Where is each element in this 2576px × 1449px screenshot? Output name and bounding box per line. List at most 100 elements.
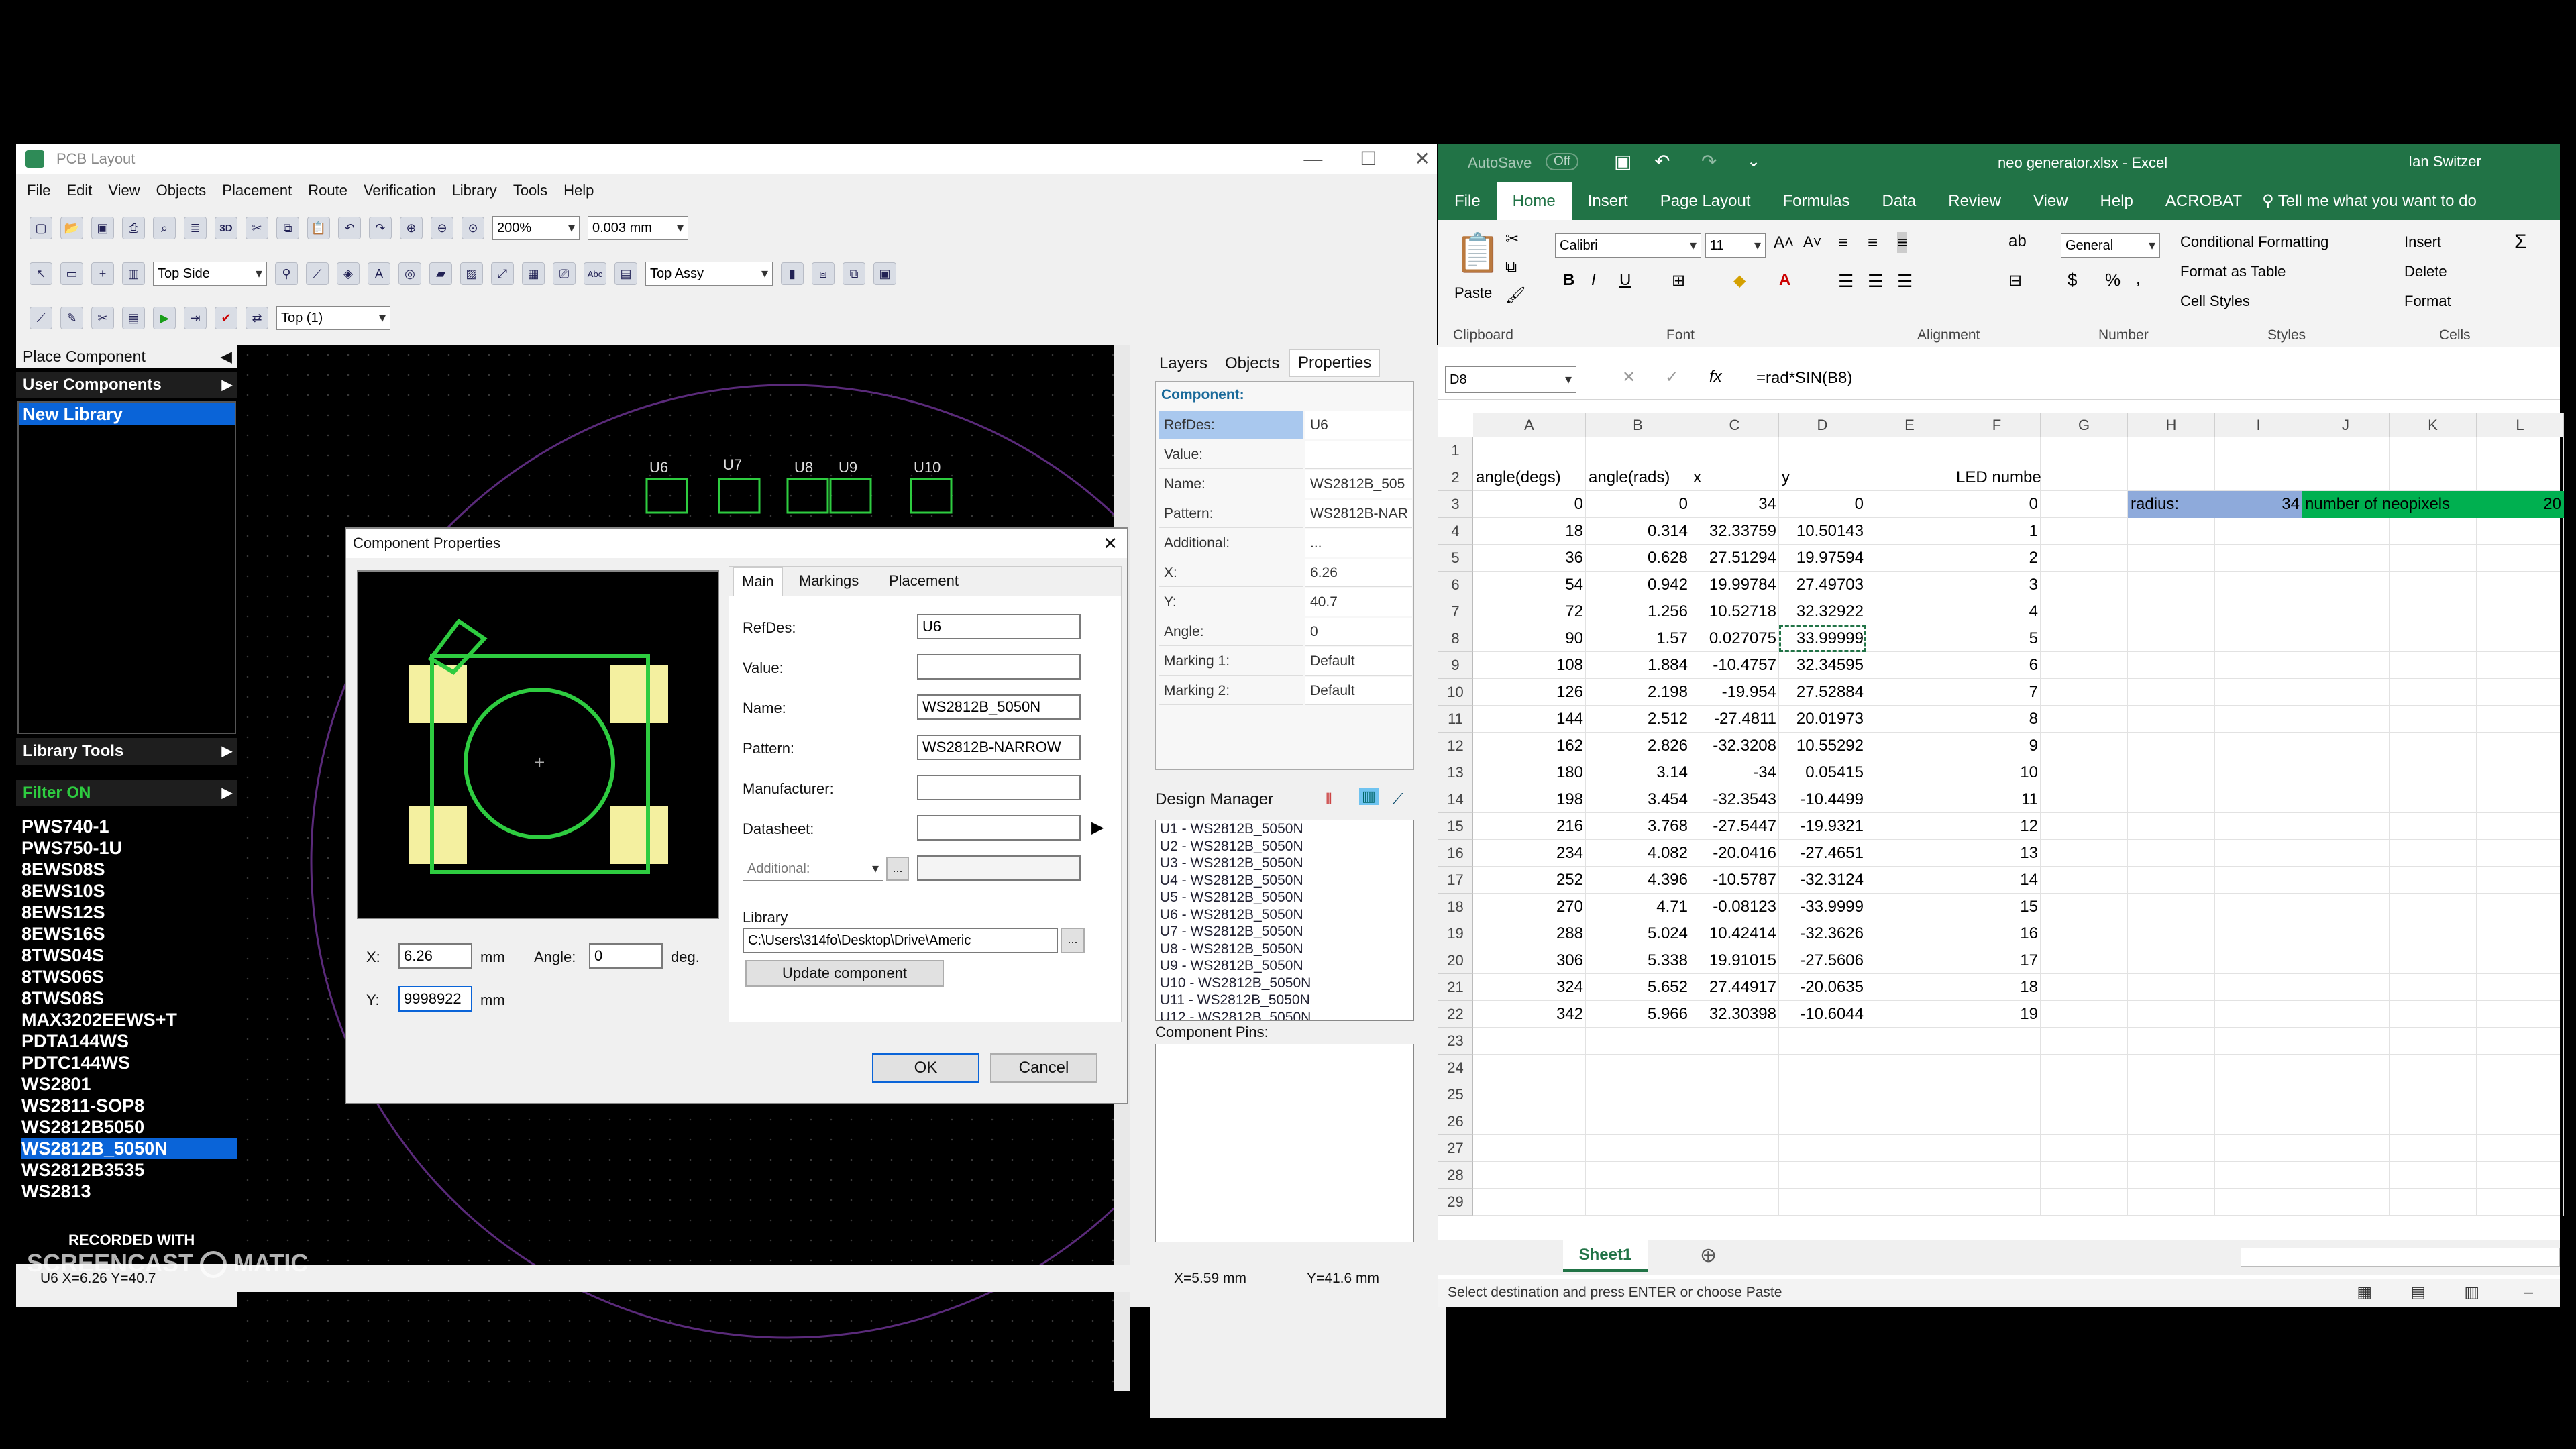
row-header[interactable]: 9 (1438, 652, 1473, 679)
cell[interactable]: 32.32922 (1779, 598, 1866, 625)
row-header[interactable]: 3 (1438, 491, 1473, 518)
cell[interactable]: 1.884 (1586, 652, 1690, 679)
list-item[interactable]: U12 - WS2812B_5050N (1160, 1009, 1413, 1021)
3d-view-icon[interactable]: 3D (215, 217, 237, 239)
cell[interactable]: 108 (1473, 652, 1586, 679)
tab-review[interactable]: Review (1932, 182, 2017, 220)
tab-view[interactable]: View (2017, 182, 2084, 220)
row-header[interactable]: 18 (1438, 894, 1473, 920)
list-item[interactable]: WS2813 (21, 1181, 237, 1202)
add-sheet-icon[interactable]: ⊕ (1700, 1244, 1717, 1267)
column-header[interactable]: C (1690, 413, 1779, 437)
cancel-formula-icon[interactable]: ✕ (1622, 368, 1635, 387)
row-header[interactable]: 25 (1438, 1081, 1473, 1108)
cell[interactable]: 19.91015 (1690, 947, 1779, 974)
column-header[interactable]: K (2390, 413, 2477, 437)
wire-icon[interactable]: ⟋ (30, 307, 52, 329)
cell[interactable]: 10.50143 (1779, 518, 1866, 545)
dm-pins-icon[interactable]: ⦀ (1326, 790, 1332, 808)
paste-label[interactable]: Paste (1454, 284, 1492, 302)
optimize-icon[interactable]: ⧉ (843, 262, 865, 285)
column-header[interactable]: G (2041, 413, 2128, 437)
drc-icon[interactable]: ▮ (781, 262, 804, 285)
column-header[interactable]: D (1779, 413, 1866, 437)
compare-icon[interactable]: ⇄ (246, 307, 268, 329)
cell[interactable]: -20.0635 (1779, 974, 1866, 1001)
property-value[interactable]: 0 (1305, 618, 1412, 646)
cell[interactable]: 324 (1473, 974, 1586, 1001)
layer-select[interactable]: Top (1) (276, 306, 390, 330)
list-item[interactable]: WS2812B5050 (21, 1116, 237, 1138)
property-value[interactable]: ... (1305, 529, 1412, 557)
list-item[interactable]: U3 - WS2812B_5050N (1160, 855, 1413, 872)
text-icon[interactable]: A (368, 262, 390, 285)
angle-field[interactable]: 0 (589, 943, 663, 969)
cell[interactable]: 3.454 (1586, 786, 1690, 813)
library-path-field[interactable]: C:\Users\314fo\Desktop\Drive\Americ (743, 928, 1058, 953)
cell[interactable]: 20.01973 (1779, 706, 1866, 733)
insert-function-icon[interactable]: fx (1709, 368, 1722, 386)
row-header[interactable]: 14 (1438, 786, 1473, 813)
worksheet-grid[interactable]: A B C D E F G H I J K L 1 2 3 4 5 6 7 8 9 10 11 12 13 14 15 16 17 18 1… (1438, 413, 2564, 1217)
cell[interactable]: 27.49703 (1779, 572, 1866, 598)
route-icon[interactable]: ⟋ (306, 262, 329, 285)
cell[interactable]: 1.57 (1586, 625, 1690, 652)
menu-edit[interactable]: Edit (66, 177, 92, 204)
datasheet-field[interactable] (917, 815, 1081, 841)
font-size-select[interactable]: 11 (1705, 233, 1766, 258)
x-field[interactable]: 6.26 (398, 943, 472, 969)
cell[interactable]: 5 (1953, 625, 2041, 652)
list-item[interactable]: U5 - WS2812B_5050N (1160, 889, 1413, 906)
list-item[interactable]: 8EWS10S (21, 880, 237, 902)
cell[interactable]: 10.42414 (1690, 920, 1779, 947)
cell[interactable]: 90 (1473, 625, 1586, 652)
cell[interactable]: 306 (1473, 947, 1586, 974)
redo-icon[interactable]: ↷ (369, 217, 392, 239)
autoroute-icon[interactable]: ⇥ (184, 307, 207, 329)
cell[interactable]: 342 (1473, 1001, 1586, 1028)
shrink-font-icon[interactable]: A˅ (1803, 233, 1822, 251)
component-icon[interactable]: ▭ (60, 262, 83, 285)
list-item[interactable]: WS2801 (21, 1073, 237, 1095)
number-format-select[interactable]: General (2061, 233, 2160, 258)
new-library-item[interactable]: New Library (19, 402, 235, 425)
align-center-icon[interactable]: ☰ (1868, 271, 1883, 292)
enter-formula-icon[interactable]: ✓ (1665, 368, 1678, 387)
component-u7[interactable]: U7 (718, 456, 761, 514)
fill-icon[interactable]: ▨ (460, 262, 483, 285)
cell[interactable]: 32.30398 (1690, 1001, 1779, 1028)
cell[interactable]: 4.396 (1586, 867, 1690, 894)
cell[interactable]: 180 (1473, 759, 1586, 786)
zoom-select[interactable]: 200% (492, 216, 580, 240)
menu-file[interactable]: File (27, 177, 50, 204)
cell[interactable]: -10.6044 (1779, 1001, 1866, 1028)
cell[interactable]: 2.826 (1586, 733, 1690, 759)
cell[interactable]: -34 (1690, 759, 1779, 786)
list-item[interactable]: U9 - WS2812B_5050N (1160, 957, 1413, 975)
cell[interactable]: 5.338 (1586, 947, 1690, 974)
autosum-icon[interactable]: Σ (2514, 231, 2527, 254)
property-value[interactable]: Default (1305, 647, 1412, 676)
maximize-button[interactable]: ☐ (1360, 144, 1377, 174)
cell[interactable]: 4.71 (1586, 894, 1690, 920)
cell[interactable]: 2.198 (1586, 679, 1690, 706)
side-select[interactable]: Top Side (153, 262, 267, 286)
tab-data[interactable]: Data (1866, 182, 1933, 220)
zoom-fit-icon[interactable]: ⊙ (462, 217, 484, 239)
currency-icon[interactable]: $ (2068, 270, 2077, 290)
check-icon[interactable]: ✔ (215, 307, 237, 329)
cell[interactable]: -10.4499 (1779, 786, 1866, 813)
cell[interactable]: 2.512 (1586, 706, 1690, 733)
header-cell[interactable]: angle(rads) (1586, 464, 1690, 491)
place-component-header[interactable]: Place Component ◀ (16, 345, 237, 368)
cell[interactable]: 18 (1953, 974, 2041, 1001)
hole-icon[interactable]: ◎ (398, 262, 421, 285)
cell[interactable]: 16 (1953, 920, 2041, 947)
minimize-button[interactable]: — (1303, 144, 1322, 174)
cell[interactable]: 13 (1953, 840, 2041, 867)
property-row[interactable]: X: 6.26 (1159, 559, 1413, 588)
cell[interactable]: 0 (1473, 491, 1586, 518)
cell[interactable]: 0 (1953, 491, 2041, 518)
additional-browse-button[interactable]: ... (886, 857, 909, 881)
customize-qat-icon[interactable]: ⌄ (1747, 152, 1760, 171)
